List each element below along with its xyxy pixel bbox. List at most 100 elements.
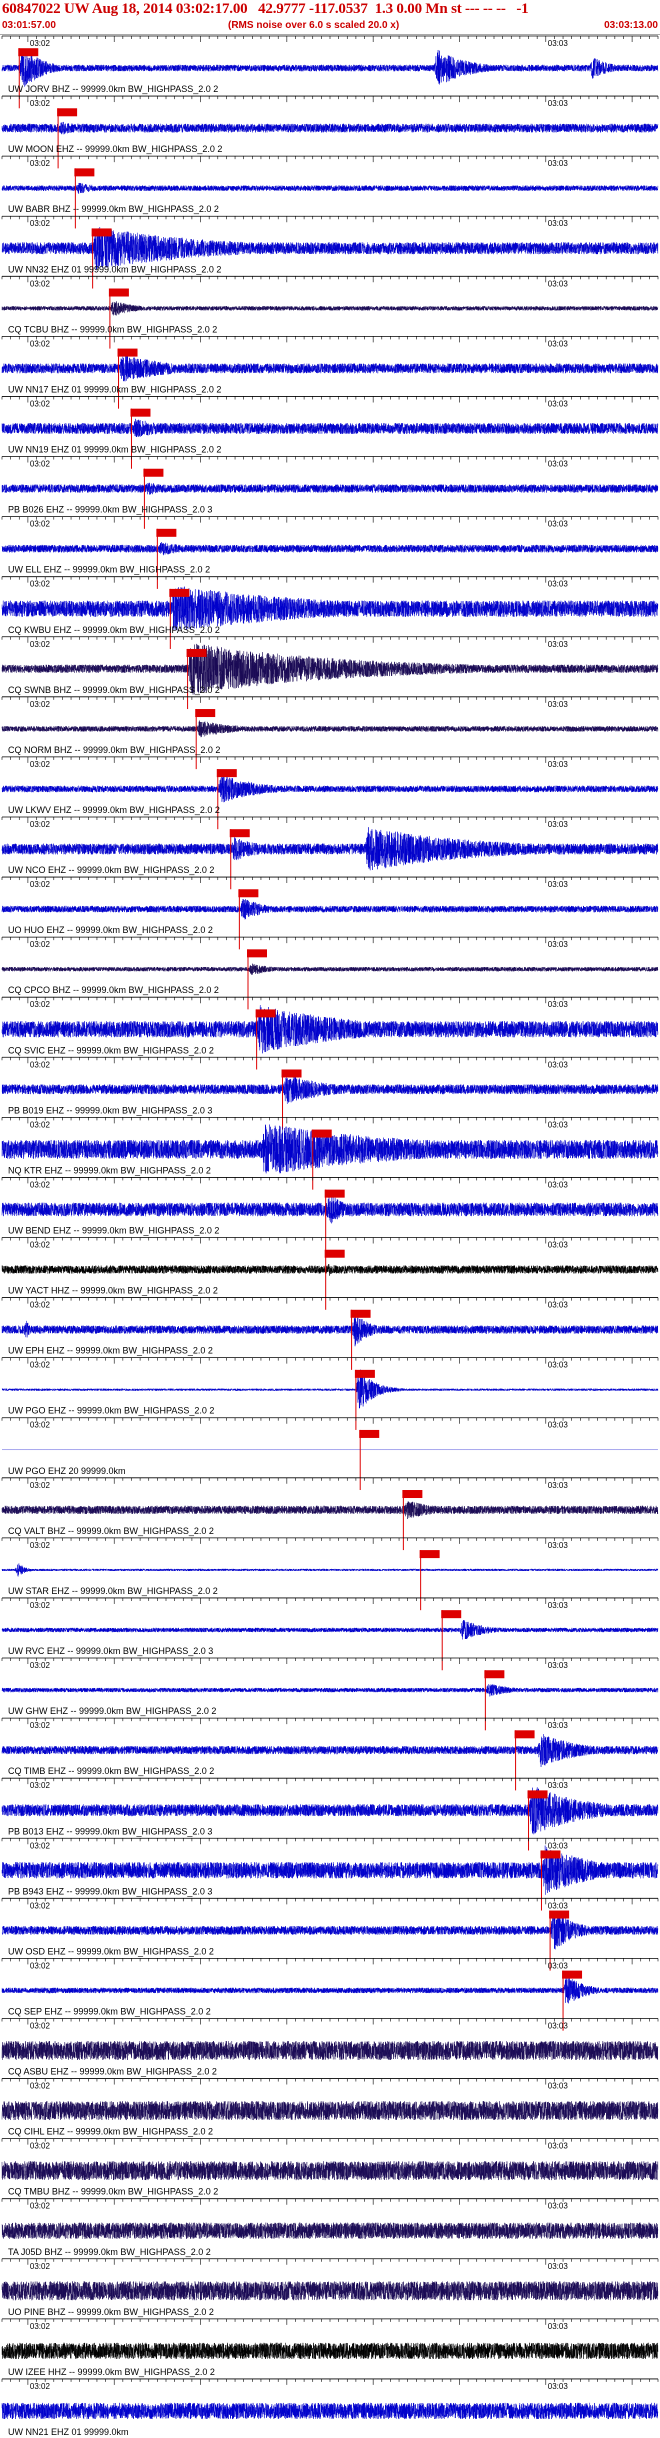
trace-row: 03:02 03:03 UW NN21 EHZ 01 99999.0km	[1, 2378, 659, 2437]
pick-marker	[91, 228, 112, 237]
waveform	[1, 2222, 659, 2240]
pick-marker	[156, 528, 177, 537]
axis-tick-label: 03:02	[30, 1901, 51, 1910]
axis-tick-label: 03:03	[548, 219, 569, 228]
axis-tick-label: 03:02	[30, 219, 51, 228]
axis-tick-label: 03:03	[548, 520, 569, 529]
axis-tick-label: 03:03	[548, 2021, 569, 2030]
pick-marker	[354, 1369, 375, 1378]
waveform	[1, 121, 659, 135]
axis-tick-label: 03:03	[548, 1000, 569, 1009]
rms-note: (RMS noise over 6.0 s scaled 20.0 x)	[228, 20, 400, 31]
trace-label: TA J05D BHZ -- 99999.0km BW_HIGHPASS_2.0…	[8, 2247, 211, 2257]
axis-tick-label: 03:03	[548, 820, 569, 829]
trace-label: UO HUO EHZ -- 99999.0km BW_HIGHPASS_2.0 …	[8, 925, 213, 935]
trace-label: UW NN17 EHZ 01 99999.0km BW_HIGHPASS_2.0…	[8, 384, 221, 394]
axis-tick-label: 03:03	[548, 2322, 569, 2331]
axis-tick-label: 03:03	[548, 1661, 569, 1670]
pick-marker	[195, 709, 216, 718]
waveform	[1, 1563, 659, 1577]
axis-tick-label: 03:03	[548, 1961, 569, 1970]
axis-tick-label: 03:03	[548, 1120, 569, 1129]
trace-label: UW NN32 EHZ 01 99999.0km BW_HIGHPASS_2.0…	[8, 264, 221, 274]
trace-label: CQ ASBU EHZ -- 99999.0km BW_HIGHPASS_2.0…	[8, 2067, 217, 2077]
trace-label: UW EPH EHZ -- 99999.0km BW_HIGHPASS_2.0 …	[8, 1346, 213, 1356]
waveform	[1, 1977, 659, 2004]
axis-tick-label: 03:02	[30, 760, 51, 769]
axis-tick-label: 03:03	[548, 159, 569, 168]
axis-tick-label: 03:02	[30, 1241, 51, 1250]
trace-label: UW NN19 EHZ 01 99999.0km BW_HIGHPASS_2.0…	[8, 445, 221, 455]
axis-tick-label: 03:03	[548, 1721, 569, 1730]
waveform	[1, 182, 659, 194]
axis-tick-label: 03:03	[548, 1901, 569, 1910]
waveform	[1, 49, 659, 87]
waveform	[1, 720, 659, 738]
waveform	[1, 301, 659, 316]
axis-tick-label: 03:02	[30, 99, 51, 108]
axis-tick-label: 03:03	[548, 640, 569, 649]
trace-label: UW BABR BHZ -- 99999.0km BW_HIGHPASS_2.0…	[8, 204, 219, 214]
axis-tick-label: 03:03	[548, 2382, 569, 2391]
axis-tick-label: 03:02	[30, 1721, 51, 1730]
axis-tick-label: 03:02	[30, 1601, 51, 1610]
axis-tick-label: 03:03	[548, 2202, 569, 2211]
waveform	[1, 899, 659, 920]
trace-label: UW LKWV EHZ -- 99999.0km BW_HIGHPASS_2.0…	[8, 805, 220, 815]
trace-label: UW YACT HHZ -- 99999.0km BW_HIGHPASS_2.0…	[8, 1286, 218, 1296]
trace-label: CQ SEP EHZ -- 99999.0km BW_HIGHPASS_2.0 …	[8, 2006, 211, 2016]
trace-label: UW RVC EHZ -- 99999.0km BW_HIGHPASS_2.0 …	[8, 1646, 213, 1656]
trace-label: UW JORV BHZ -- 99999.0km BW_HIGHPASS_2.0…	[8, 84, 218, 94]
axis-tick-label: 03:03	[548, 2262, 569, 2271]
axis-tick-label: 03:02	[30, 1421, 51, 1430]
axis-tick-label: 03:02	[30, 39, 51, 48]
trace-label: UW IZEE HHZ -- 99999.0km BW_HIGHPASS_2.0…	[8, 2367, 215, 2377]
pick-marker	[216, 769, 237, 778]
waveform	[1, 1684, 659, 1697]
trace-label: UW STAR EHZ -- 99999.0km BW_HIGHPASS_2.0…	[8, 1586, 218, 1596]
axis-tick-label: 03:02	[30, 1841, 51, 1850]
axis-tick-label: 03:02	[30, 2082, 51, 2091]
axis-tick-label: 03:02	[30, 2382, 51, 2391]
axis-tick-label: 03:03	[548, 1481, 569, 1490]
trace-row: 03:02 03:03 UW IZEE HHZ -- 99999.0km BW_HI…	[1, 2318, 659, 2377]
pick-marker	[324, 1189, 345, 1198]
axis-tick-label: 03:03	[548, 1541, 569, 1550]
axis-tick-label: 03:02	[30, 339, 51, 348]
pick-marker	[441, 1610, 462, 1619]
pick-marker	[540, 1850, 561, 1859]
axis-tick-label: 03:03	[548, 1601, 569, 1610]
pick-marker	[281, 1069, 302, 1078]
waveform	[1, 2402, 659, 2420]
axis-tick-label: 03:02	[30, 1301, 51, 1310]
axis-tick-label: 03:03	[548, 580, 569, 589]
pick-marker	[108, 288, 129, 297]
start-time-label: 03:01:57.00	[2, 20, 56, 31]
axis-tick-label: 03:02	[30, 1481, 51, 1490]
pick-marker	[350, 1309, 371, 1318]
axis-tick-label: 03:03	[548, 39, 569, 48]
pick-marker	[527, 1790, 548, 1799]
axis-tick-label: 03:02	[30, 520, 51, 529]
trace-label: UW PGO EHZ -- 99999.0km BW_HIGHPASS_2.0 …	[8, 1406, 214, 1416]
pick-marker	[255, 1009, 276, 1018]
pick-marker	[143, 468, 164, 477]
pick-marker	[238, 889, 259, 898]
axis-tick-label: 03:02	[30, 460, 51, 469]
trace-label: PB B943 EHZ -- 99999.0km BW_HIGHPASS_2.0…	[8, 1886, 212, 1896]
waveform	[1, 418, 659, 437]
waveform	[1, 1263, 659, 1276]
trace-label: CQ VALT BHZ -- 99999.0km BW_HIGHPASS_2.0…	[8, 1526, 214, 1536]
trace-label: CQ TMBU BHZ -- 99999.0km BW_HIGHPASS_2.0…	[8, 2187, 218, 2197]
axis-tick-label: 03:03	[548, 460, 569, 469]
pick-marker	[549, 1910, 570, 1919]
axis-tick-label: 03:02	[30, 2322, 51, 2331]
pick-marker	[514, 1730, 535, 1739]
trace-label: CQ CPCO BHZ -- 99999.0km BW_HIGHPASS_2.0…	[8, 985, 219, 995]
trace-label: UW GHW EHZ -- 99999.0km BW_HIGHPASS_2.0 …	[8, 1706, 216, 1716]
axis-tick-label: 03:02	[30, 640, 51, 649]
axis-tick-label: 03:03	[548, 880, 569, 889]
event-title: 60847022 UW Aug 18, 2014 03:02:17.00 42.…	[2, 1, 529, 17]
axis-tick-label: 03:03	[548, 1180, 569, 1189]
trace-label: UW OSD EHZ -- 99999.0km BW_HIGHPASS_2.0 …	[8, 1946, 214, 1956]
